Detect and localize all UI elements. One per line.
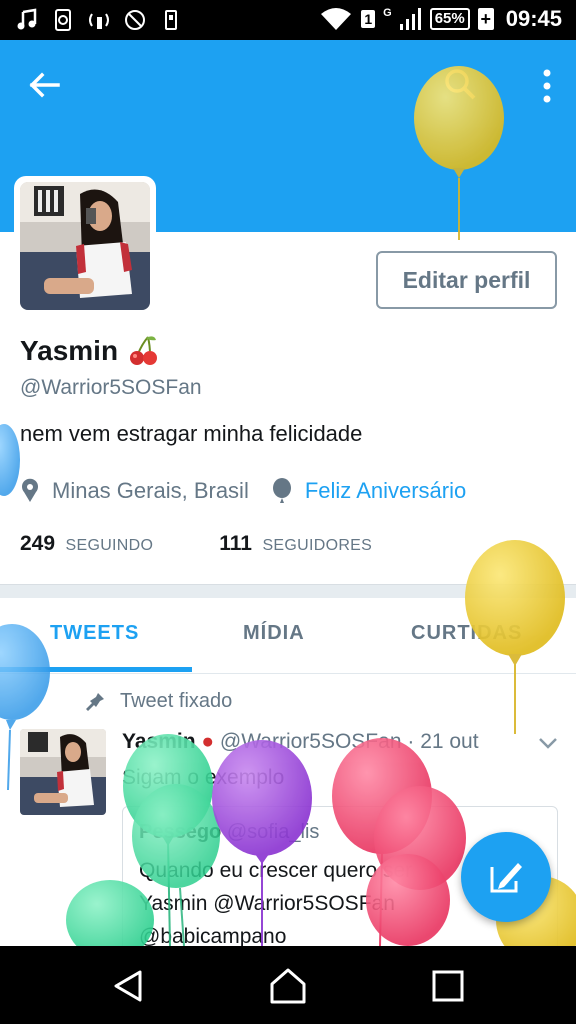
tweet-author-handle: @Warrior5SOSFan: [219, 730, 402, 753]
profile-tabs: TWEETS MÍDIA CURTIDAS: [0, 598, 576, 674]
arrow-left-icon[interactable]: [20, 65, 70, 105]
section-divider: [0, 584, 576, 598]
avatar[interactable]: [20, 182, 150, 310]
wifi-icon: [321, 8, 352, 30]
profile-name-text: Yasmin: [20, 335, 119, 366]
pin-icon: [86, 692, 104, 711]
tweet-avatar-photo: [20, 729, 106, 815]
nfc-icon: [165, 10, 177, 30]
signal-icon: [399, 8, 421, 30]
profile-meta: Minas Gerais, Brasil Feliz Aniversário: [20, 478, 466, 504]
balloon-blue-edge: [0, 424, 20, 496]
tweet-separator: ·: [407, 730, 415, 753]
pinned-indicator: Tweet fixado: [84, 690, 232, 713]
nav-home-icon[interactable]: [268, 966, 308, 1006]
network-type: G: [383, 7, 392, 19]
tab-media[interactable]: MÍDIA: [243, 622, 305, 645]
status-bar: 1 G 65% + 09:45: [0, 0, 576, 40]
more-vert-icon[interactable]: [540, 68, 554, 104]
profile-bio: nem vem estragar minha felicidade: [20, 421, 363, 446]
search-icon[interactable]: [440, 64, 480, 104]
pinned-label: Tweet fixado: [120, 690, 233, 712]
edit-profile-button[interactable]: Editar perfil: [376, 251, 557, 309]
cherries-icon: ●: [201, 730, 215, 753]
tweet-header: Yasmin ● @Warrior5SOSFan · 21 out: [122, 730, 479, 754]
location-pin-icon: [22, 478, 38, 502]
tweet-date: 21 out: [420, 730, 479, 753]
hotspot-icon: [89, 13, 109, 29]
nav-back-icon[interactable]: [108, 966, 148, 1006]
battery-level: 65%: [429, 8, 470, 30]
tweet-avatar[interactable]: [20, 729, 106, 815]
quoted-author-name: Pessego: [139, 821, 222, 843]
compose-tweet-button[interactable]: [461, 832, 551, 922]
following-stat[interactable]: 249 SEGUINDO: [20, 532, 153, 556]
following-count: 249: [20, 532, 56, 555]
tweet-text: Sigam o exemplo: [122, 766, 285, 789]
battery-charging-icon: +: [477, 8, 494, 30]
clock: 09:45: [505, 6, 562, 31]
followers-count: 111: [219, 532, 252, 555]
tab-tweets[interactable]: TWEETS: [50, 622, 139, 645]
music-note-icon: [17, 8, 37, 30]
tweet-author-name[interactable]: Yasmin: [122, 730, 196, 753]
compose-tweet-icon: [490, 863, 522, 893]
system-nav-bar: [0, 946, 576, 1024]
profile-name: Yasmin: [20, 334, 160, 368]
following-label: SEGUINDO: [65, 537, 154, 554]
profile-location: Minas Gerais, Brasil: [52, 478, 249, 503]
active-tab-indicator: [0, 667, 192, 672]
sim-badge: 1: [361, 10, 376, 28]
data-saver-icon: [125, 10, 145, 30]
followers-stat[interactable]: 111 SEGUIDORES: [219, 532, 372, 556]
profile-avatar-frame: [14, 176, 156, 316]
birthday-link[interactable]: Feliz Aniversário: [305, 478, 466, 504]
balloon-icon: [272, 478, 291, 503]
profile-handle: @Warrior5SOSFan: [20, 376, 202, 399]
system-status: 1 G 65% + 09:45: [319, 6, 562, 32]
profile-stats: 249 SEGUINDO 111 SEGUIDORES: [20, 532, 372, 556]
quoted-author-handle: @sofia_lis: [226, 821, 320, 843]
tab-likes[interactable]: CURTIDAS: [411, 622, 522, 645]
followers-label: SEGUIDORES: [262, 537, 373, 554]
nav-recents-icon[interactable]: [428, 966, 468, 1006]
sim-card-icon: [55, 9, 71, 31]
avatar-photo: [20, 182, 150, 310]
cherries-icon: [130, 336, 158, 365]
chevron-down-icon[interactable]: [538, 736, 558, 750]
notification-icons: [16, 8, 182, 32]
